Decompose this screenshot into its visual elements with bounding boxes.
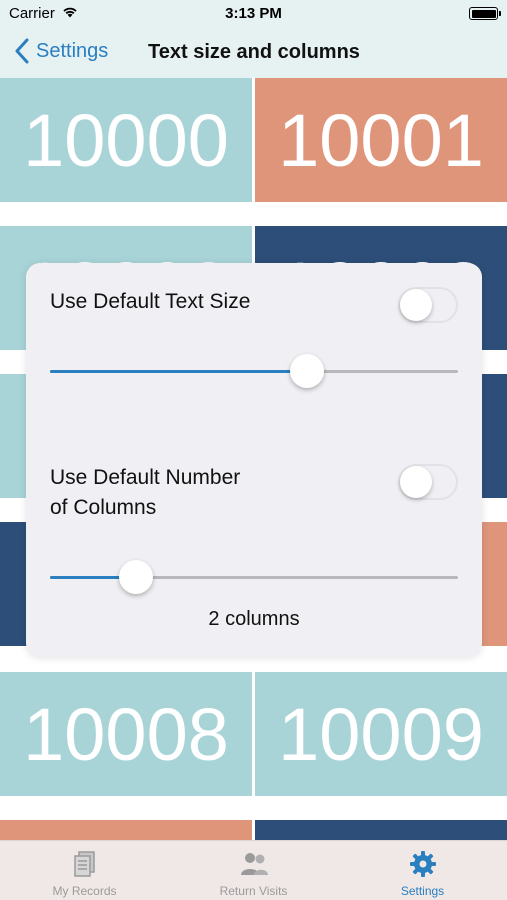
tab-return-visits[interactable]: Return Visits: [169, 841, 338, 900]
default-text-size-label: Use Default Text Size: [50, 290, 251, 313]
tab-my-records[interactable]: My Records: [0, 841, 169, 900]
slider-thumb[interactable]: [118, 560, 153, 594]
text-size-slider[interactable]: [50, 354, 458, 390]
default-columns-label-line2: of Columns: [50, 496, 157, 519]
record-number: 10000: [23, 98, 229, 182]
record-tile[interactable]: 10001: [255, 78, 507, 202]
gear-icon: [409, 851, 436, 877]
toggle-knob: [400, 466, 432, 498]
record-number: 10009: [278, 692, 484, 776]
record-number: 10008: [23, 692, 229, 776]
back-button[interactable]: Settings: [14, 38, 108, 64]
tab-label: Settings: [400, 884, 445, 898]
tab-bar: My Records Return Visits Settings: [0, 840, 507, 900]
navigation-bar: Settings Text size and columns: [0, 26, 507, 78]
clock: 3:13 PM: [225, 5, 282, 22]
default-columns-toggle[interactable]: [398, 464, 458, 500]
people-icon: [240, 853, 268, 875]
toggle-knob: [400, 289, 432, 321]
record-number: 10001: [278, 98, 484, 182]
battery-icon: [469, 7, 501, 20]
tab-label: Return Visits: [219, 884, 288, 898]
slider-fill: [50, 370, 308, 373]
status-bar: Carrier 3:13 PM: [0, 0, 507, 26]
columns-value-label: 2 columns: [208, 608, 300, 630]
chevron-left-icon: [15, 38, 29, 64]
slider-thumb[interactable]: [290, 354, 325, 388]
default-columns-label-line1: Use Default Number: [50, 466, 241, 489]
text-size-columns-popover: Use Default Text Size Use Default Number…: [26, 263, 482, 657]
record-tile[interactable]: 10009: [255, 672, 507, 796]
page-title: Text size and columns: [148, 41, 360, 63]
columns-slider[interactable]: [50, 560, 458, 596]
default-text-size-toggle[interactable]: [398, 287, 458, 323]
back-button-label: Settings: [36, 39, 109, 62]
records-icon: [73, 851, 95, 877]
record-tile[interactable]: 10008: [0, 672, 252, 796]
tab-settings[interactable]: Settings: [338, 841, 507, 900]
record-tile[interactable]: 10000: [0, 78, 252, 202]
tab-label: My Records: [52, 884, 117, 898]
